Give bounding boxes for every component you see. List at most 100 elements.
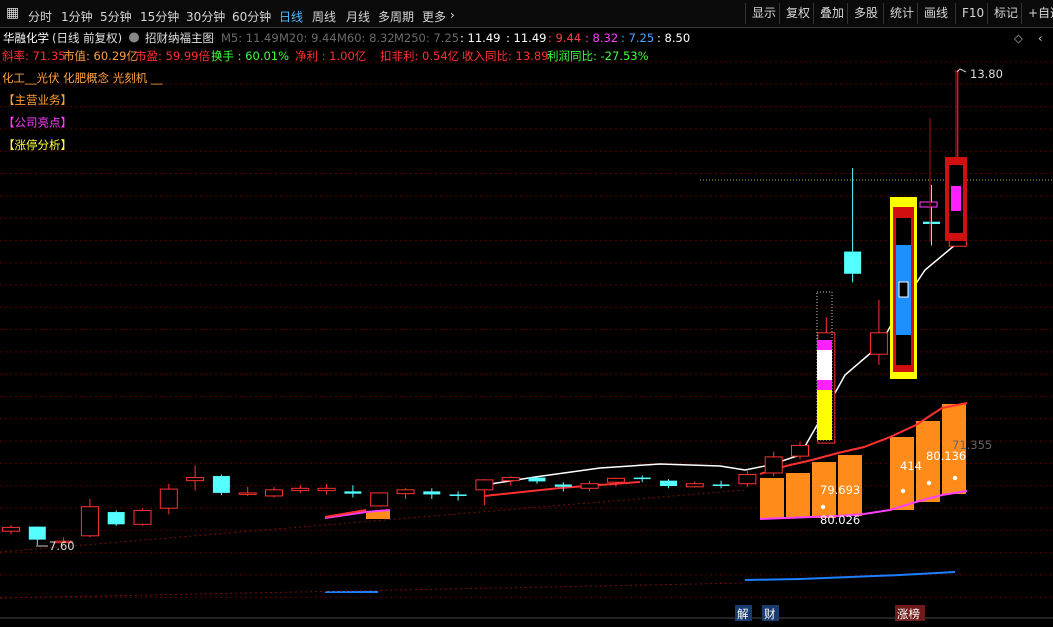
ma-value-4: : 11.49: [460, 31, 500, 45]
event-tag-0: 解: [737, 607, 749, 621]
stat-4: 净利 : 1.00亿: [295, 49, 366, 63]
candle-body[interactable]: [212, 476, 230, 493]
volume-dot: [820, 504, 826, 510]
period-tab-4[interactable]: 30分钟: [186, 8, 225, 25]
candle-body[interactable]: [475, 479, 494, 491]
candle-body[interactable]: [738, 474, 757, 485]
toolbar-button-4[interactable]: 统计: [883, 3, 920, 24]
candle-body[interactable]: [764, 456, 783, 474]
diamond-icon: ◇: [1014, 31, 1023, 45]
dotted-line: [0, 582, 746, 599]
period-toolbar: 分时 1分钟 5分钟 15分钟 30分钟 60分钟 日线 周线 月线 多周期 更多 › ▦ 显示 复权 叠加…: [0, 0, 1053, 28]
candle-body[interactable]: [265, 489, 283, 497]
toolbar-button-5[interactable]: 画线: [917, 3, 954, 24]
stock-name: 华融化学: [3, 31, 49, 45]
candle-body[interactable]: [133, 510, 152, 525]
candle-body[interactable]: [238, 492, 257, 495]
dropdown-icon[interactable]: [129, 32, 139, 43]
candle-body[interactable]: [449, 494, 467, 496]
formula-name: 招财纳福主图: [145, 31, 214, 45]
candle-body[interactable]: [370, 492, 389, 507]
small-marker: [919, 201, 938, 208]
stat-1: 市值: 60.29亿: [63, 49, 138, 63]
volume-bar: [890, 437, 914, 510]
stat-2: 市盈: 59.99倍: [135, 49, 210, 63]
ma20-line: [483, 481, 641, 497]
toolbar-button-8[interactable]: +自选: [1021, 3, 1053, 24]
candle-body[interactable]: [501, 477, 520, 482]
concept-line: 化工__光伏 化肥概念 光刻机 __: [2, 71, 163, 85]
candle-body[interactable]: [923, 221, 940, 224]
candle-body[interactable]: [660, 480, 677, 487]
collapse-icon: ‹: [1038, 31, 1043, 45]
signal-bar-yellow: [817, 390, 832, 440]
candle-body[interactable]: [606, 477, 625, 483]
candle-body[interactable]: [186, 477, 205, 482]
ma-value-9: : 8.50: [657, 31, 690, 45]
candle-body[interactable]: [685, 483, 704, 488]
volume-dot: [900, 488, 906, 494]
period-tab-1[interactable]: 1分钟: [61, 8, 93, 25]
top-box-magenta: [951, 186, 961, 211]
ma5-line: [483, 244, 956, 486]
ma-value-8: : 7.25: [621, 31, 654, 45]
ma250-line: [744, 571, 956, 581]
toolbar-button-2[interactable]: 叠加: [813, 3, 850, 24]
candle-body[interactable]: [791, 444, 809, 457]
candle-body[interactable]: [869, 332, 888, 355]
ma-value-7: : 8.32: [585, 31, 618, 45]
candle-body[interactable]: [80, 506, 99, 537]
toolbar-button-3[interactable]: 多股: [847, 3, 884, 24]
candle-body[interactable]: [2, 526, 20, 532]
candle-body[interactable]: [291, 487, 310, 492]
candle-body[interactable]: [554, 484, 572, 487]
period-tab-3[interactable]: 15分钟: [140, 8, 179, 25]
event-tag-1: 财: [764, 607, 776, 621]
period-tab-9[interactable]: 多周期: [378, 8, 414, 25]
high-marker-icon: [956, 68, 967, 73]
period-tab-5[interactable]: 60分钟: [232, 8, 271, 25]
toolbar-button-7[interactable]: 标记: [987, 3, 1024, 24]
toolbar-button-0[interactable]: 显示: [745, 3, 782, 24]
volume-dot: [952, 475, 958, 481]
candle-body[interactable]: [317, 487, 336, 492]
period-tab-10[interactable]: 更多: [422, 8, 446, 25]
candle-body[interactable]: [528, 477, 546, 482]
bar-label-0: 79.693: [820, 483, 860, 497]
period-tab-7[interactable]: 周线: [312, 8, 336, 25]
period-tab-6[interactable]: 日线: [279, 8, 303, 25]
toolbar-button-1[interactable]: 复权: [779, 3, 816, 24]
menu-grid-icon[interactable]: ▦: [6, 5, 19, 21]
candle-body[interactable]: [396, 489, 415, 495]
volume-bar: [786, 473, 810, 518]
high-price-label: 13.80: [970, 67, 1003, 81]
candle-body[interactable]: [28, 526, 46, 540]
ma-value-2: M60: 8.32: [337, 31, 395, 45]
candle-body[interactable]: [159, 488, 178, 509]
candle-body[interactable]: [423, 491, 441, 495]
ma-value-0: M5: 11.49: [221, 31, 279, 45]
stat-5: 扣非利: 0.54亿: [380, 49, 459, 63]
more-chevron-icon[interactable]: ›: [450, 8, 455, 22]
candle-body[interactable]: [580, 483, 599, 489]
period-tab-0[interactable]: 分时: [28, 8, 52, 25]
signal-bar-magenta: [817, 380, 832, 390]
stat-0: 斜率: 71.35: [2, 49, 65, 63]
candle-body[interactable]: [344, 491, 362, 494]
candle-body[interactable]: [712, 484, 730, 486]
kline-chart[interactable]: 华融化学 (日线 前复权) 招财纳福主图 M5: 11.49 M20: 9.44 M60:…: [0, 28, 1053, 627]
stat-6: 收入同比: 13.89: [462, 49, 548, 63]
candle-body[interactable]: [107, 512, 125, 525]
period-tab-2[interactable]: 5分钟: [100, 8, 132, 25]
right-value: 71.355: [952, 438, 992, 452]
candle-body[interactable]: [844, 251, 862, 274]
ma-value-3: M250: 7.25: [394, 31, 459, 45]
candle-body[interactable]: [633, 477, 651, 480]
tag-1: 【公司亮点】: [3, 116, 72, 130]
chart-mode: (日线 前复权): [52, 31, 122, 45]
period-tab-8[interactable]: 月线: [346, 8, 370, 25]
toolbar-button-6[interactable]: F10: [955, 3, 990, 24]
limit-box-core: [898, 281, 909, 298]
ma-value-5: : 11.49: [506, 31, 546, 45]
stat-7: 利润同比: -27.53%: [547, 49, 649, 63]
